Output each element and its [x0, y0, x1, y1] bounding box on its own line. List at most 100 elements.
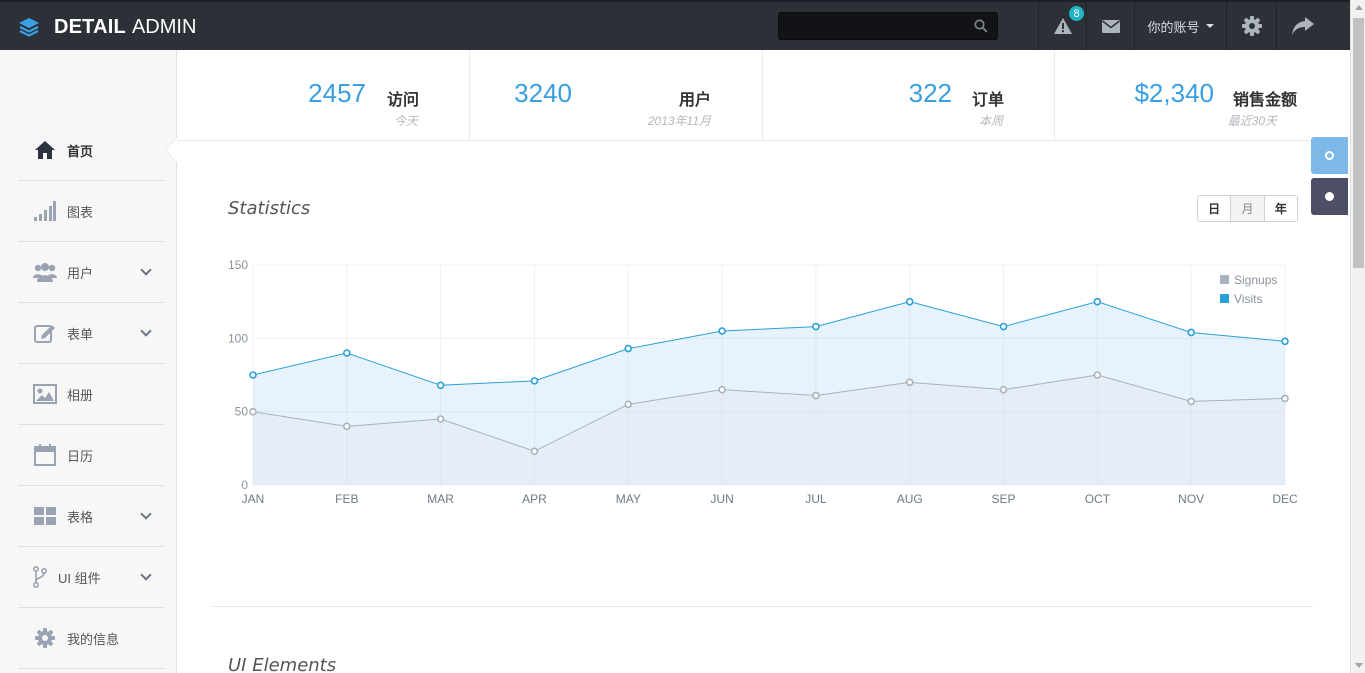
visits-point — [812, 322, 820, 331]
signups-point — [249, 407, 257, 416]
brand-name-light: ADMIN — [131, 15, 197, 38]
home-icon — [33, 138, 57, 162]
theme-toggle-light[interactable] — [1311, 137, 1348, 174]
legend-swatch-visits — [1220, 294, 1229, 303]
users-icon — [33, 260, 57, 284]
signups-point — [1281, 394, 1289, 403]
sidebar-item-label: 首页 — [67, 143, 94, 159]
stat-label: 访问 — [387, 92, 420, 109]
sidebar-item-label: 表格 — [67, 509, 94, 525]
dot-icon — [1325, 192, 1334, 201]
sidebar-item-forms[interactable]: 表单 — [18, 303, 164, 364]
layers-icon — [19, 18, 39, 37]
scroll-thumb[interactable] — [1353, 18, 1364, 268]
tab-month[interactable]: 月 — [1231, 196, 1265, 221]
caret-down-icon — [1205, 24, 1214, 28]
y-tick-label: 100 — [228, 331, 248, 345]
section-divider — [212, 606, 1313, 607]
chevron-down-icon — [140, 569, 152, 581]
sidebar-item-label: 我的信息 — [67, 631, 120, 647]
search-box — [778, 12, 998, 40]
signups-point — [343, 422, 351, 431]
sidebar-item-gallery[interactable]: 相册 — [18, 364, 164, 425]
visits-point — [718, 327, 726, 335]
signups-point — [1187, 397, 1195, 406]
search-input[interactable] — [779, 13, 969, 39]
share-icon — [1291, 17, 1314, 35]
stat-users: 3240 用户 2013年11月 — [470, 50, 763, 140]
range-tabs: 日 月 年 — [1197, 195, 1298, 222]
notification-badge: 8 — [1068, 5, 1085, 22]
stat-sales: $2,340 销售金额 最近30天 — [1055, 50, 1348, 140]
stat-value: 3240 — [514, 78, 572, 108]
brand-name-strong: DETAIL — [54, 15, 126, 38]
stat-value: $2,340 — [1134, 78, 1214, 108]
visits-point — [999, 322, 1008, 331]
stat-visits: 2457 访问 今天 — [177, 50, 470, 140]
theme-toggle-dark[interactable] — [1311, 178, 1348, 215]
visits-point — [436, 381, 445, 390]
sidebar-item-label: 图表 — [67, 204, 94, 220]
x-tick-label: FEB — [335, 492, 358, 506]
statistics-title: Statistics — [228, 198, 311, 219]
warning-icon — [1053, 18, 1072, 34]
signups-point — [718, 385, 726, 394]
gear-icon — [1241, 16, 1262, 36]
messages-button[interactable] — [1086, 2, 1134, 50]
mail-icon — [1101, 19, 1120, 33]
visits-point — [249, 371, 257, 379]
x-tick-label: MAY — [616, 492, 641, 506]
visits-point — [624, 344, 633, 353]
sidebar-item-users[interactable]: 用户 — [18, 242, 164, 303]
notifications-button[interactable]: 8 — [1038, 2, 1086, 50]
sidebar-item-label: 用户 — [67, 265, 94, 281]
stat-value: 322 — [908, 78, 952, 108]
stat-subtitle: 最近30天 — [1227, 114, 1277, 128]
stat-subtitle: 今天 — [393, 114, 418, 128]
sidebar-item-label: 表单 — [67, 326, 94, 342]
sidebar-item-ui-components[interactable]: UI 组件 — [18, 547, 164, 608]
image-icon — [33, 382, 57, 406]
sidebar-item-charts[interactable]: 图表 — [18, 181, 164, 242]
y-tick-label: 150 — [228, 258, 248, 272]
scroll-up-icon[interactable] — [1355, 5, 1363, 10]
stat-value: 2457 — [308, 78, 366, 108]
settings-button[interactable] — [1226, 2, 1276, 50]
tab-day[interactable]: 日 — [1198, 196, 1232, 221]
stat-subtitle: 本周 — [978, 114, 1003, 128]
x-tick-label: JUL — [805, 492, 827, 506]
stat-subtitle: 2013年11月 — [647, 114, 711, 128]
tab-year[interactable]: 年 — [1264, 196, 1297, 221]
sidebar-item-tables[interactable]: 表格 — [18, 486, 164, 547]
sidebar: 首页 图表 用户 表单 相册 日历 表格 UI 组件 我的信息 — [0, 50, 177, 673]
signups-point — [530, 447, 539, 456]
signups-point — [1093, 371, 1102, 379]
scroll-down-icon[interactable] — [1355, 663, 1363, 668]
active-indicator — [166, 138, 177, 162]
legend-label-visits: Visits — [1234, 292, 1262, 306]
x-tick-label: AUG — [897, 492, 923, 506]
account-dropdown[interactable]: 你的账号 — [1134, 2, 1226, 50]
sidebar-item-home[interactable]: 首页 — [18, 120, 164, 181]
signups-point — [812, 391, 820, 400]
ui-elements-title: UI Elements — [228, 655, 337, 673]
legend-label-signups: Signups — [1234, 273, 1277, 287]
visits-point — [343, 349, 351, 357]
search-icon[interactable] — [974, 19, 988, 33]
sidebar-item-calendar[interactable]: 日历 — [18, 425, 164, 486]
page-scrollbar[interactable] — [1350, 0, 1365, 673]
x-tick-label: OCT — [1085, 492, 1111, 506]
x-tick-label: SEP — [992, 492, 1016, 506]
brand-logo[interactable]: DETAIL ADMIN — [18, 12, 196, 42]
cog-icon — [33, 626, 57, 650]
x-tick-label: JAN — [242, 492, 265, 506]
legend-swatch-signups — [1220, 275, 1229, 284]
y-tick-label: 0 — [241, 478, 248, 492]
x-tick-label: JUN — [710, 492, 733, 506]
sidebar-item-label: 日历 — [67, 448, 94, 464]
stat-label: 订单 — [972, 92, 1005, 109]
top-navbar: DETAIL ADMIN 8 你的账号 — [0, 0, 1350, 50]
sidebar-item-profile[interactable]: 我的信息 — [18, 608, 164, 669]
logout-button[interactable] — [1276, 2, 1328, 50]
x-tick-label: APR — [522, 492, 547, 506]
